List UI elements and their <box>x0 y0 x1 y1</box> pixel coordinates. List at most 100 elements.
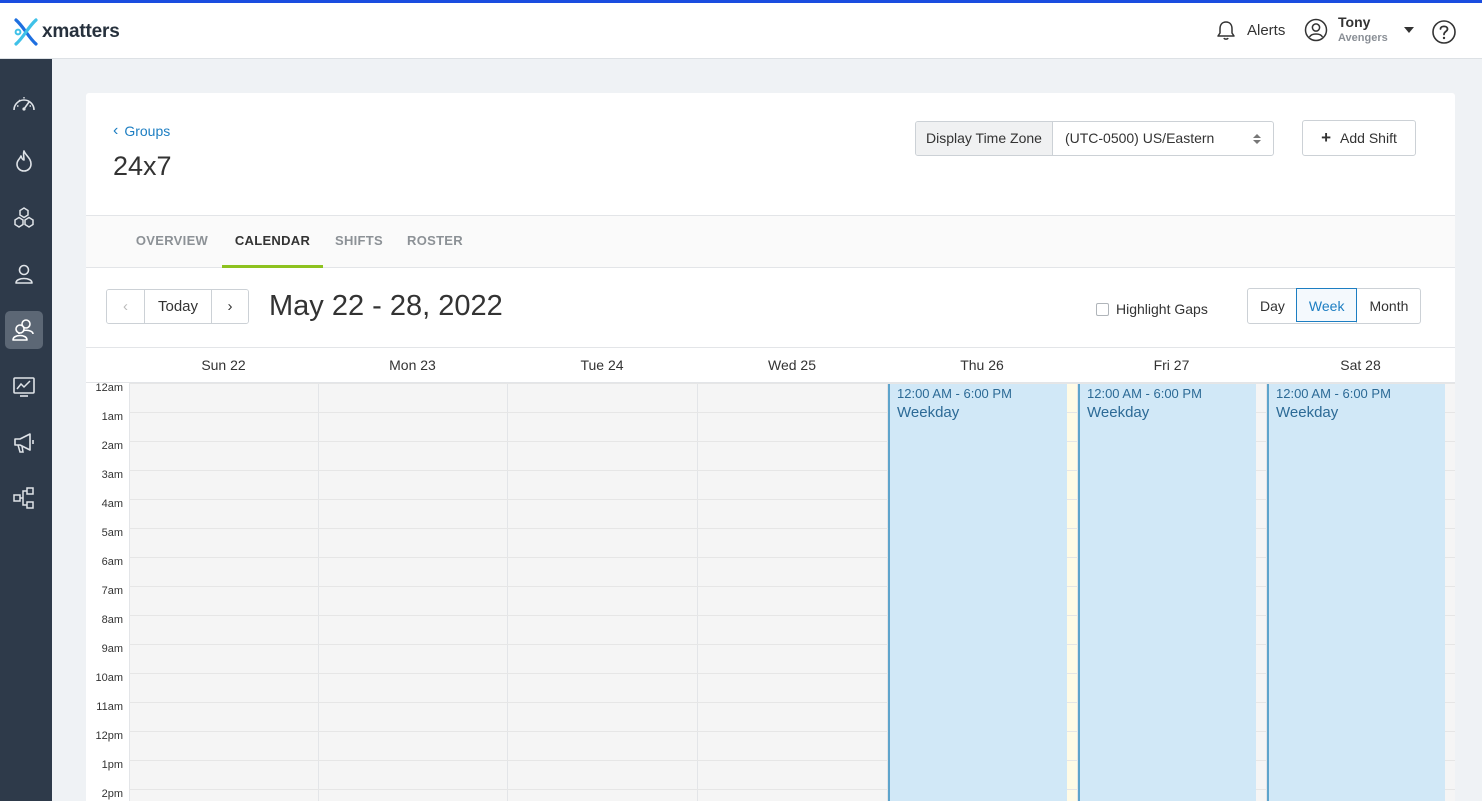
alerts-label: Alerts <box>1247 21 1286 39</box>
hour-line <box>129 615 1455 616</box>
hour-line <box>129 731 1455 732</box>
group-icon <box>12 319 34 341</box>
tab-roster[interactable]: ROSTER <box>395 216 475 268</box>
view-day-button[interactable]: Day <box>1248 289 1297 323</box>
timezone-value: (UTC-0500) US/Eastern <box>1064 130 1215 146</box>
day-header-sat: Sat 28 <box>1340 357 1381 373</box>
hour-line <box>129 789 1455 790</box>
chart-monitor-icon <box>13 377 35 397</box>
shift-time: 12:00 AM - 6:00 PM <box>897 386 1012 401</box>
hour-label: 3am <box>101 469 123 481</box>
next-week-button[interactable]: › <box>211 290 248 323</box>
user-icon <box>15 264 33 284</box>
timezone-select[interactable]: (UTC-0500) US/Eastern <box>1053 122 1273 155</box>
add-shift-label: Add Shift <box>1340 130 1397 146</box>
view-switcher: Day Week Month <box>1247 288 1422 324</box>
hour-line <box>129 470 1455 471</box>
logo[interactable]: xmatters <box>12 17 120 47</box>
tab-calendar[interactable]: CALENDAR <box>222 216 323 268</box>
plus-icon: + <box>1321 128 1332 147</box>
calendar-nav: ‹ Today › <box>106 289 249 324</box>
speedometer-icon <box>13 97 35 111</box>
shift-event-fri[interactable]: 12:00 AM - 6:00 PM Weekday <box>1078 384 1256 801</box>
megaphone-icon <box>14 433 34 453</box>
hour-line <box>129 702 1455 703</box>
hour-label: 12am <box>95 383 123 394</box>
week-header: Sun 22 Mon 23 Tue 24 Wed 25 Thu 26 Fri 2… <box>86 347 1455 383</box>
day-header-sun: Sun 22 <box>201 357 246 373</box>
day-column-sun[interactable] <box>129 383 318 801</box>
day-column-tue[interactable] <box>507 383 697 801</box>
tab-shifts[interactable]: SHIFTS <box>323 216 395 268</box>
sidebar-item-incidents[interactable] <box>5 142 43 180</box>
top-bar: xmatters Alerts Tony Avengers <box>0 3 1482 59</box>
day-column-wed[interactable] <box>697 383 887 801</box>
hour-line <box>129 760 1455 761</box>
tab-bar: OVERVIEW CALENDAR SHIFTS ROSTER <box>86 215 1455 268</box>
highlight-gaps-toggle[interactable]: Highlight Gaps <box>1096 301 1208 317</box>
day-header-thu: Thu 26 <box>960 357 1004 373</box>
shift-event-thu[interactable]: 12:00 AM - 6:00 PM Weekday <box>888 384 1067 801</box>
sidebar-item-reports[interactable] <box>5 367 43 405</box>
sidebar-item-users[interactable] <box>5 255 43 293</box>
user-menu[interactable]: Tony Avengers <box>1304 14 1414 46</box>
bell-icon <box>1217 21 1235 40</box>
day-header-wed: Wed 25 <box>768 357 816 373</box>
hour-label: 10am <box>95 672 123 684</box>
flame-icon <box>16 150 32 172</box>
view-week-button[interactable]: Week <box>1295 288 1358 322</box>
hour-line <box>129 586 1455 587</box>
hour-label: 8am <box>101 614 123 626</box>
add-shift-button[interactable]: + Add Shift <box>1302 120 1416 156</box>
breadcrumb-groups-link[interactable]: ‹ Groups <box>113 122 170 140</box>
hour-label: 2am <box>101 440 123 452</box>
prev-week-button[interactable]: ‹ <box>107 290 144 323</box>
caret-down-icon <box>1403 27 1414 33</box>
tab-overview[interactable]: OVERVIEW <box>122 216 222 268</box>
sidebar-item-groups[interactable] <box>5 311 43 349</box>
hour-label: 11am <box>96 701 123 713</box>
shift-time: 12:00 AM - 6:00 PM <box>1087 386 1202 401</box>
day-header-fri: Fri 27 <box>1153 357 1190 373</box>
date-range-title: May 22 - 28, 2022 <box>269 290 503 322</box>
hour-line <box>129 499 1455 500</box>
day-column-mon[interactable] <box>318 383 507 801</box>
xmatters-logo-icon <box>14 18 38 46</box>
shift-name: Weekday <box>1276 404 1339 421</box>
view-month-button[interactable]: Month <box>1356 289 1420 323</box>
shift-event-sat[interactable]: 12:00 AM - 6:00 PM Weekday <box>1267 384 1445 801</box>
hour-line <box>129 673 1455 674</box>
alerts-button[interactable]: Alerts <box>1215 19 1285 41</box>
week-grid: 12am 1am 2am 3am 4am 5am 6am 7am 8am 9am… <box>86 383 1455 801</box>
highlight-gaps-checkbox[interactable] <box>1096 302 1109 316</box>
hour-line <box>129 383 1455 384</box>
hexagons-icon <box>14 207 34 228</box>
group-card: ‹ Groups 24x7 Display Time Zone (UTC-050… <box>86 93 1455 801</box>
hour-label: 7am <box>101 585 123 597</box>
sidebar-item-workflows[interactable] <box>5 479 43 517</box>
sidebar <box>0 59 52 801</box>
user-team: Avengers <box>1338 32 1388 44</box>
sidebar-item-services[interactable] <box>5 199 43 237</box>
shift-name: Weekday <box>1087 404 1150 421</box>
hour-line <box>129 441 1455 442</box>
timezone-label: Display Time Zone <box>916 122 1053 155</box>
workflow-icon <box>13 487 34 509</box>
shift-time: 12:00 AM - 6:00 PM <box>1276 386 1391 401</box>
user-info: Tony Avengers <box>1338 14 1388 46</box>
chevron-left-icon: ‹ <box>113 122 119 139</box>
page-title: 24x7 <box>113 151 172 181</box>
hour-label: 12pm <box>95 730 123 742</box>
sidebar-item-messaging[interactable] <box>5 423 43 461</box>
timezone-control: Display Time Zone (UTC-0500) US/Eastern <box>915 121 1274 156</box>
highlight-gaps-label: Highlight Gaps <box>1116 301 1208 317</box>
sidebar-item-dashboard[interactable] <box>5 86 43 124</box>
help-icon[interactable] <box>1431 19 1457 45</box>
hour-line <box>129 528 1455 529</box>
day-header-mon: Mon 23 <box>389 357 436 373</box>
logo-text: xmatters <box>42 21 120 42</box>
hour-label: 1pm <box>101 759 123 771</box>
today-button[interactable]: Today <box>144 290 211 323</box>
hour-label: 1am <box>101 411 123 423</box>
user-avatar-icon <box>1304 18 1328 42</box>
